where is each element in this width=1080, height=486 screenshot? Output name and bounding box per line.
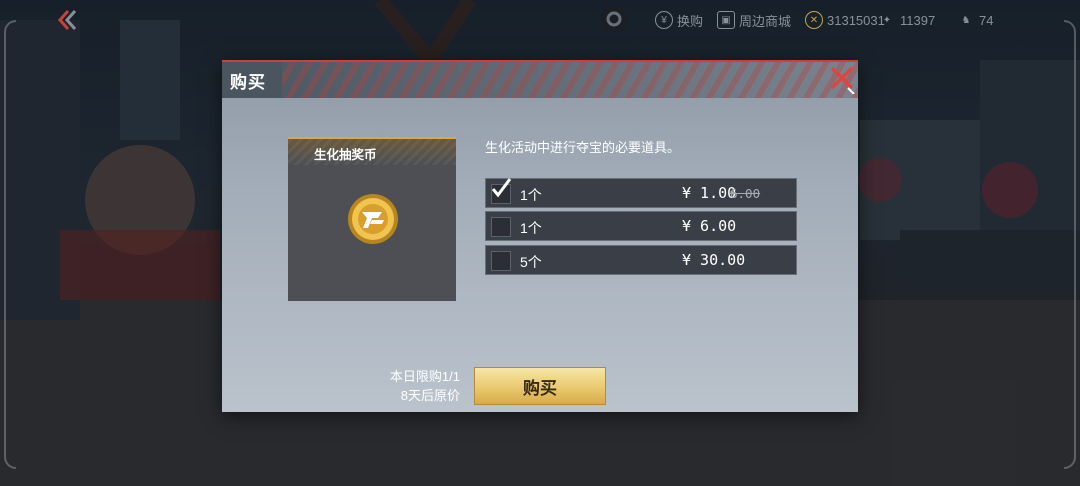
player-icon: ♞	[961, 14, 971, 26]
exchange-label: 换购	[677, 13, 704, 29]
coin-icon: ✕	[805, 11, 823, 29]
exchange-icon: ¥	[655, 11, 673, 29]
player-count: ♞ 74	[957, 10, 994, 30]
back-button[interactable]	[50, 6, 80, 34]
daily-limit-text: 本日限购1/1	[389, 369, 460, 384]
option-1-price: ¥ 1.00	[682, 184, 737, 202]
item-card-header: 生化抽奖币	[288, 139, 456, 165]
exchange-button[interactable]: ¥ 换购	[655, 10, 703, 30]
item-card: 生化抽奖币	[288, 137, 456, 301]
dialog-title: 购买	[230, 73, 266, 92]
option-1-selected[interactable]: 1个 ¥ 1.00 6.00	[485, 178, 797, 208]
item-description: 生化活动中进行夺宝的必要道具。	[485, 140, 681, 155]
currency-secondary: ✦ 11397	[878, 10, 935, 30]
top-bar: ¥ 换购 ▣ 周边商城 ✕ 31315031 ✦ 11397 ♞ 74	[0, 0, 1080, 40]
right-frame-bracket	[1064, 20, 1076, 469]
mall-button[interactable]: ▣ 周边商城	[717, 10, 791, 30]
close-button[interactable]	[826, 62, 858, 95]
purchase-dialog: 购买 生化抽奖币 生化活动中进行夺宝的必要道具。 1个 ¥ 1.00 6.00 …	[222, 60, 858, 412]
price-restore-text: 8天后原价	[400, 388, 460, 403]
option-1-qty: 1个	[520, 187, 542, 203]
buy-button[interactable]: 购买	[474, 367, 606, 405]
option-3-checkbox[interactable]	[491, 251, 511, 271]
settings-button[interactable]	[598, 4, 630, 34]
currency-secondary-value: 11397	[900, 12, 936, 28]
dialog-header: 购买	[222, 60, 858, 98]
currency-primary-value: 31315031	[827, 12, 885, 28]
checkmark-icon	[491, 178, 512, 198]
option-1-original-price: 6.00	[730, 186, 761, 201]
option-2-qty: 1个	[520, 220, 542, 236]
lottery-coin-icon	[348, 194, 398, 244]
settings-icon	[601, 6, 627, 32]
option-2-checkbox[interactable]	[491, 217, 511, 237]
option-2[interactable]: 1个 ¥ 6.00	[485, 211, 797, 241]
item-name: 生化抽奖币	[314, 148, 377, 162]
close-icon	[830, 66, 855, 95]
purchase-limit-note: 本日限购1/1 8天后原价	[372, 367, 460, 405]
gem-icon: ✦	[882, 14, 892, 26]
option-3-qty: 5个	[520, 254, 542, 270]
mall-label: 周边商城	[739, 13, 792, 29]
mall-icon: ▣	[717, 11, 735, 29]
currency-primary: ✕ 31315031	[805, 10, 885, 30]
option-2-price: ¥ 6.00	[682, 217, 737, 235]
back-chevron-icon	[57, 10, 77, 30]
option-3[interactable]: 5个 ¥ 30.00	[485, 245, 797, 275]
left-frame-bracket	[4, 20, 16, 469]
option-3-price: ¥ 30.00	[682, 251, 746, 269]
player-count-value: 74	[979, 12, 994, 28]
